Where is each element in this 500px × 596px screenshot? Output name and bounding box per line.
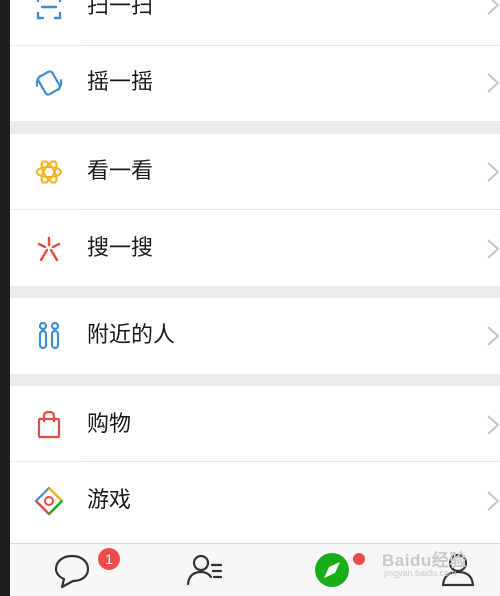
menu-item-search[interactable]: 搜一搜 — [10, 210, 500, 286]
menu-item-label: 摇一摇 — [87, 70, 154, 95]
shake-icon — [34, 68, 64, 98]
menu-item-label: 扫一扫 — [87, 0, 154, 19]
chat-bubble-icon — [50, 548, 94, 592]
tab-me[interactable] — [436, 548, 480, 592]
search-icon — [34, 234, 64, 264]
bottom-tab-bar: 1 Baidu经验 jingyan.baidu.com — [10, 543, 500, 596]
chevron-right-icon — [486, 238, 500, 260]
tab-contacts[interactable] — [182, 548, 226, 592]
chevron-right-icon — [486, 0, 500, 16]
compass-icon — [310, 548, 354, 592]
unread-badge: 1 — [98, 548, 120, 570]
discover-screen: 扫一扫 摇一摇 看一看 搜一搜 附近的人 购物 游戏 — [10, 0, 500, 595]
chevron-right-icon — [486, 161, 500, 183]
menu-item-look[interactable]: 看一看 — [10, 134, 500, 209]
chevron-right-icon — [486, 325, 500, 347]
games-icon — [34, 486, 64, 516]
menu-item-scan[interactable]: 扫一扫 — [10, 0, 500, 45]
shopping-bag-icon — [34, 410, 64, 440]
look-icon — [34, 157, 64, 187]
contacts-icon — [182, 548, 226, 592]
people-nearby-icon — [34, 321, 64, 351]
menu-item-people-nearby[interactable]: 附近的人 — [10, 298, 500, 374]
scan-icon — [34, 0, 64, 22]
menu-item-shopping[interactable]: 购物 — [10, 386, 500, 461]
menu-item-label: 看一看 — [87, 159, 154, 184]
tab-chats[interactable] — [50, 548, 94, 592]
menu-item-games[interactable]: 游戏 — [10, 462, 500, 543]
person-icon — [436, 548, 480, 592]
menu-item-label: 附近的人 — [87, 323, 176, 348]
chevron-right-icon — [486, 72, 500, 94]
chevron-right-icon — [486, 414, 500, 436]
menu-item-label: 购物 — [87, 412, 132, 437]
menu-item-label: 游戏 — [87, 488, 132, 513]
new-activity-dot — [353, 553, 365, 565]
tab-discover[interactable] — [310, 548, 354, 592]
menu-item-label: 搜一搜 — [87, 236, 154, 261]
menu-item-shake[interactable]: 摇一摇 — [10, 46, 500, 121]
chevron-right-icon — [486, 490, 500, 512]
